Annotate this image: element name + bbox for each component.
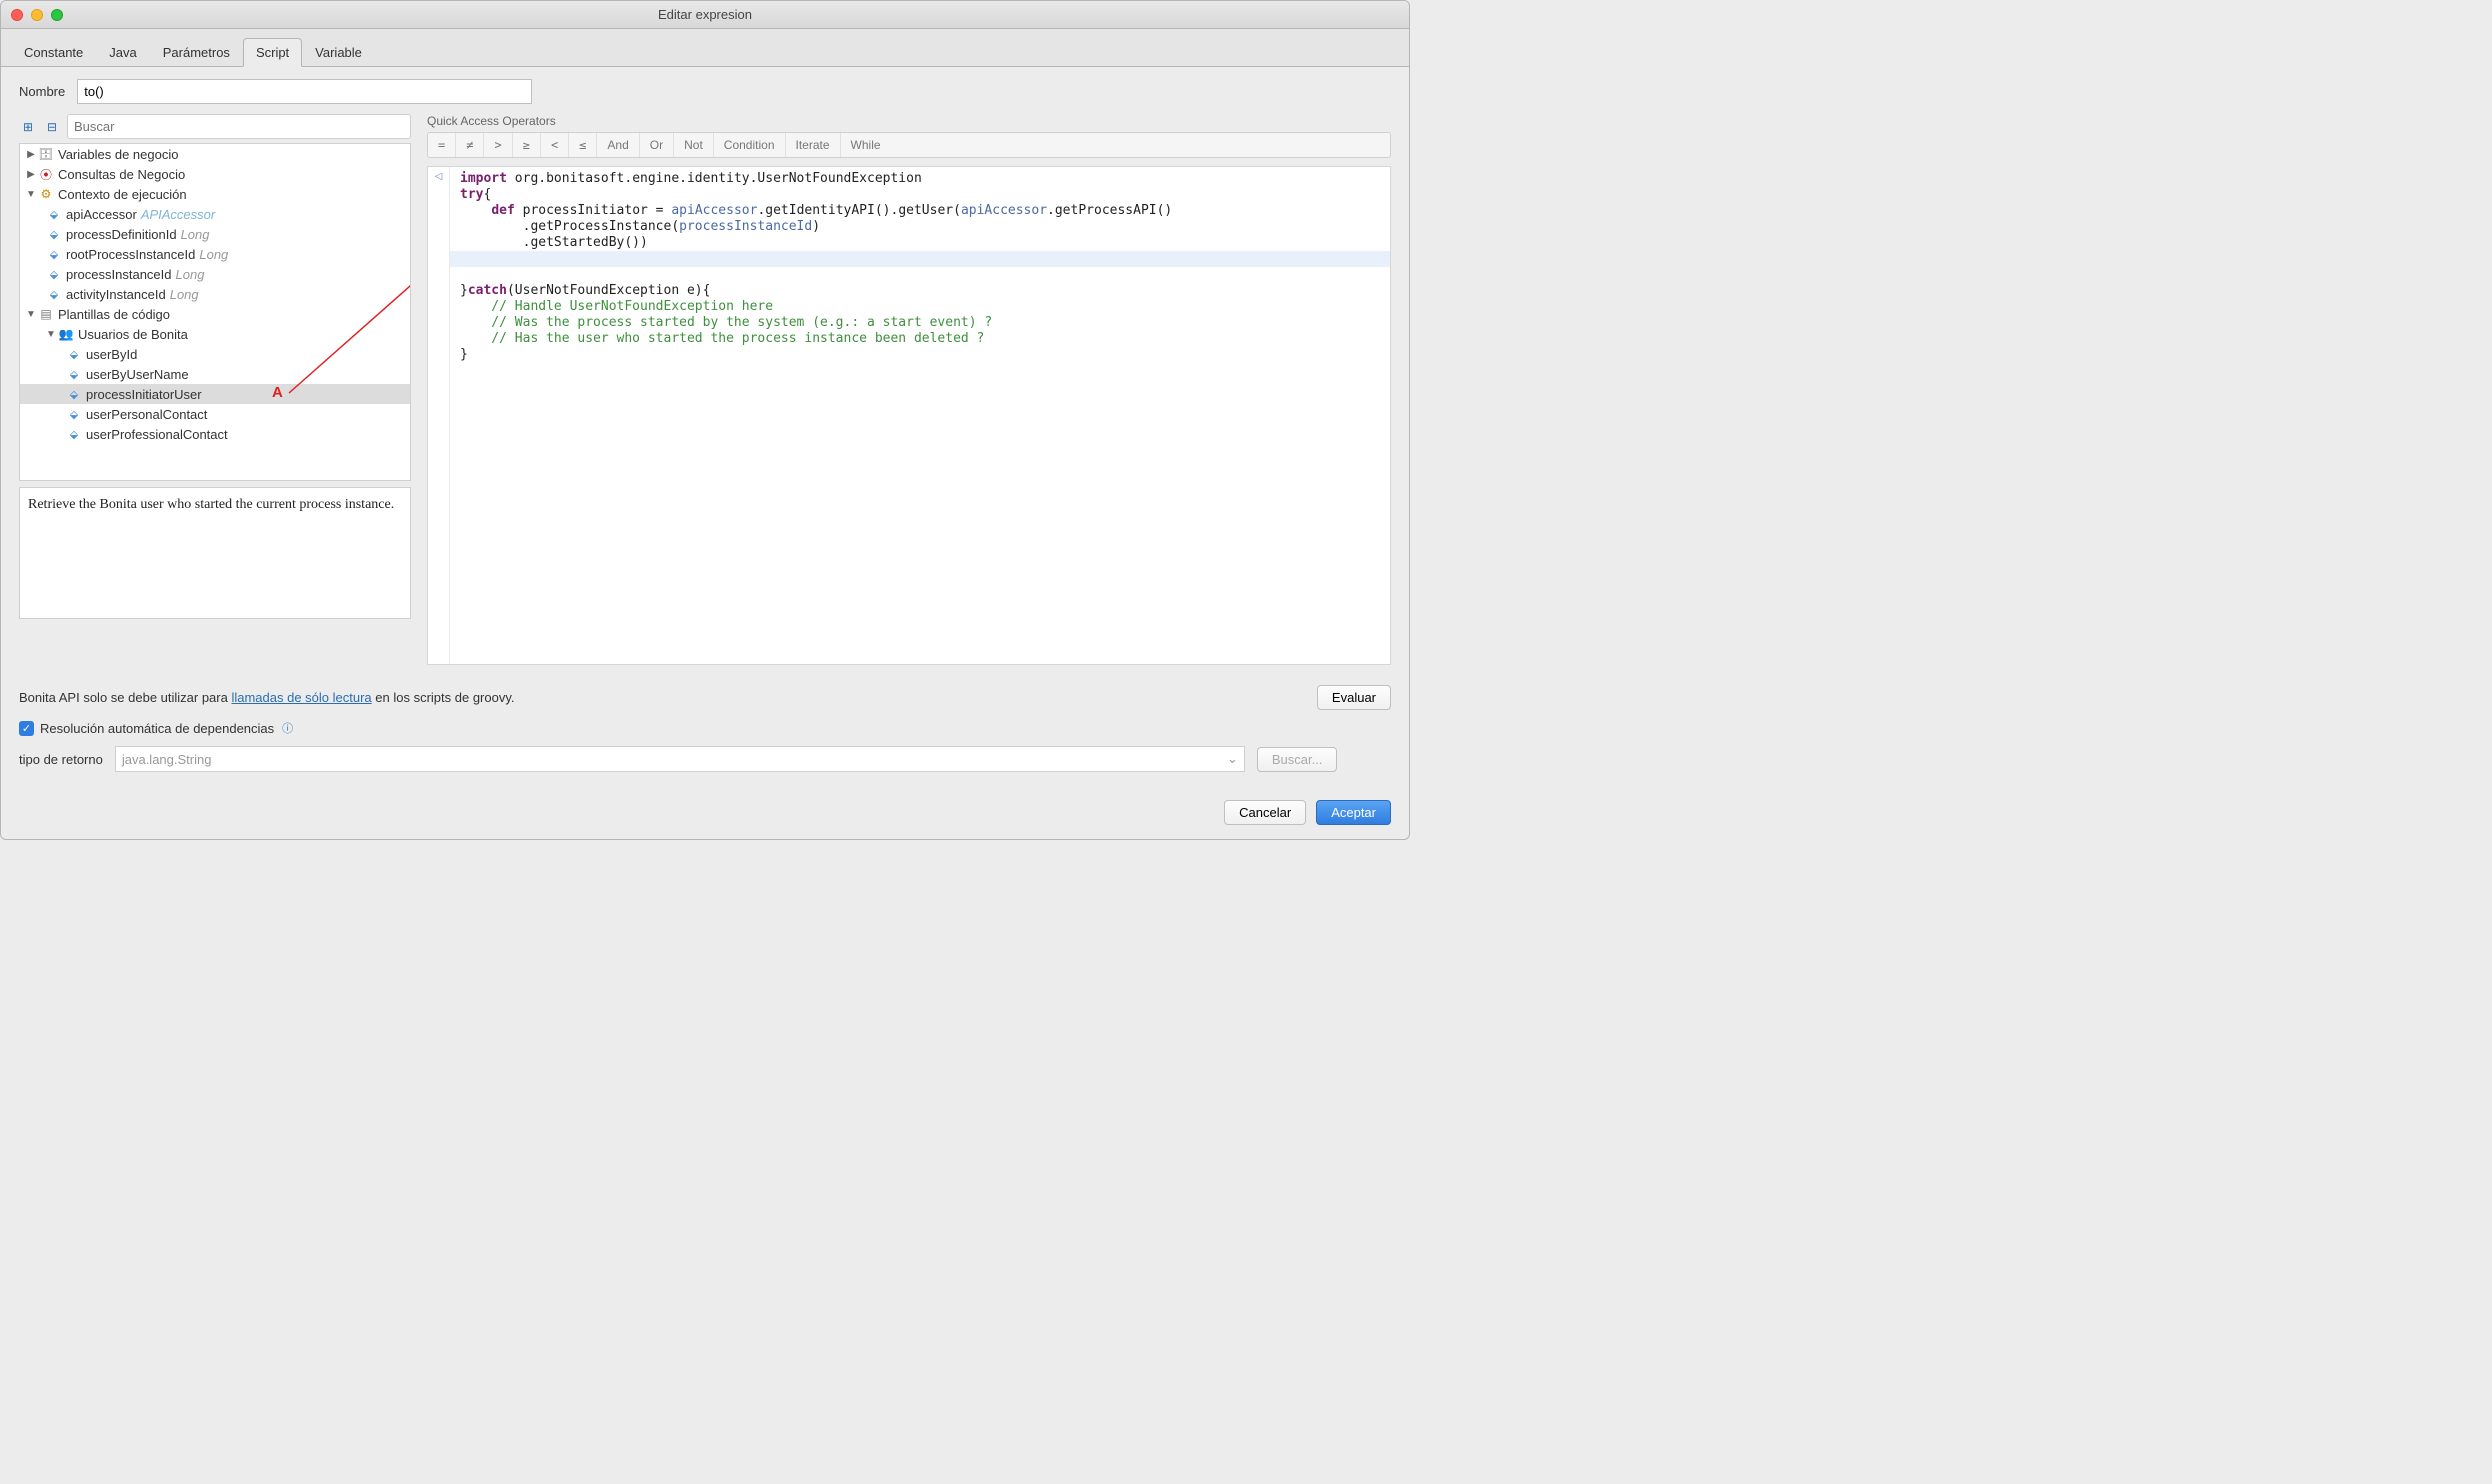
tree-leaf-processdefinitionid[interactable]: ⬙processDefinitionIdLong: [20, 224, 410, 244]
api-note-row: Bonita API solo se debe utilizar para ll…: [19, 685, 1391, 710]
return-type-value: java.lang.String: [122, 752, 212, 767]
tree-node-code-templates[interactable]: ▼▤Plantillas de código: [20, 304, 410, 324]
tree-node-bonita-users[interactable]: ▼👥Usuarios de Bonita: [20, 324, 410, 344]
quick-access-label: Quick Access Operators: [427, 114, 1391, 128]
tree-node-business-queries[interactable]: ▶⦿Consultas de Negocio: [20, 164, 410, 184]
quick-access-toolbar: = ≠ > ≥ < ≤ And Or Not Condition Iterate…: [427, 132, 1391, 158]
tab-constante[interactable]: Constante: [11, 38, 96, 67]
tree-toolbar: ⊞ ⊟: [19, 114, 411, 139]
op-eq[interactable]: =: [428, 133, 456, 157]
tree-search-input[interactable]: [67, 114, 411, 139]
chevron-down-icon: ⌄: [1227, 751, 1238, 767]
titlebar: Editar expresion: [1, 1, 1409, 29]
tree-leaf-userpersonalcontact[interactable]: ⬙userPersonalContact: [20, 404, 410, 424]
expression-editor-window: Editar expresion Constante Java Parámetr…: [0, 0, 1410, 840]
auto-dependency-label: Resolución automática de dependencias: [40, 721, 274, 736]
right-column: Quick Access Operators = ≠ > ≥ < ≤ And O…: [427, 114, 1391, 665]
tab-java[interactable]: Java: [96, 38, 149, 67]
op-not[interactable]: Not: [674, 133, 714, 157]
accept-button[interactable]: Aceptar: [1316, 800, 1391, 825]
description-box: Retrieve the Bonita user who started the…: [19, 487, 411, 619]
op-condition[interactable]: Condition: [714, 133, 786, 157]
op-neq[interactable]: ≠: [456, 133, 484, 157]
tree-leaf-userbyusername[interactable]: ⬙userByUserName: [20, 364, 410, 384]
code-editor[interactable]: ◁ import org.bonitasoft.engine.identity.…: [427, 166, 1391, 665]
api-note-text: Bonita API solo se debe utilizar para ll…: [19, 690, 515, 705]
op-or[interactable]: Or: [640, 133, 674, 157]
tab-script[interactable]: Script: [243, 38, 302, 67]
auto-dependency-row: ✓ Resolución automática de dependencias …: [19, 720, 1391, 736]
op-lte[interactable]: ≤: [569, 133, 597, 157]
name-input[interactable]: [77, 79, 532, 104]
editor-gutter: ◁: [428, 167, 450, 664]
return-type-label: tipo de retorno: [19, 752, 103, 767]
bottom-panel: Bonita API solo se debe utilizar para ll…: [1, 677, 1409, 839]
fold-marker-icon: ◁: [435, 171, 443, 182]
op-gt[interactable]: >: [484, 133, 512, 157]
tree-leaf-userbyid[interactable]: ⬙userById: [20, 344, 410, 364]
tree-leaf-apiaccessor[interactable]: ⬙apiAccessorAPIAccessor: [20, 204, 410, 224]
tree-leaf-processinstanceid[interactable]: ⬙processInstanceIdLong: [20, 264, 410, 284]
tree-node-execution-context[interactable]: ▼⚙Contexto de ejecución: [20, 184, 410, 204]
tree-leaf-rootprocessinstanceid[interactable]: ⬙rootProcessInstanceIdLong: [20, 244, 410, 264]
tree-leaf-userprofessionalcontact[interactable]: ⬙userProfessionalContact: [20, 424, 410, 444]
name-row: Nombre: [19, 79, 1391, 104]
op-and[interactable]: And: [597, 133, 639, 157]
window-title: Editar expresion: [1, 7, 1409, 22]
expand-all-icon[interactable]: ⊞: [19, 118, 37, 136]
tab-parametros[interactable]: Parámetros: [150, 38, 243, 67]
tree-node-business-variables[interactable]: ▶🗄Variables de negocio: [20, 144, 410, 164]
name-label: Nombre: [19, 84, 65, 99]
cursor-line: [450, 251, 1390, 267]
op-iterate[interactable]: Iterate: [786, 133, 841, 157]
annotation-label-a: A: [272, 384, 283, 401]
tree-leaf-activityinstanceid[interactable]: ⬙activityInstanceIdLong: [20, 284, 410, 304]
auto-dependency-checkbox[interactable]: ✓: [19, 721, 34, 736]
tab-variable[interactable]: Variable: [302, 38, 375, 67]
op-lt[interactable]: <: [541, 133, 569, 157]
collapse-all-icon[interactable]: ⊟: [43, 118, 61, 136]
return-type-row: tipo de retorno java.lang.String ⌄ Busca…: [19, 746, 1391, 772]
left-column: ⊞ ⊟ ▶🗄Variables de negocio ▶⦿Consultas d…: [19, 114, 411, 665]
readonly-calls-link[interactable]: llamadas de sólo lectura: [231, 690, 371, 705]
info-icon[interactable]: ⓘ: [282, 720, 293, 736]
main-split: ⊞ ⊟ ▶🗄Variables de negocio ▶⦿Consultas d…: [19, 114, 1391, 665]
cancel-button[interactable]: Cancelar: [1224, 800, 1306, 825]
dialog-actions: Cancelar Aceptar: [19, 800, 1391, 825]
variable-tree[interactable]: ▶🗄Variables de negocio ▶⦿Consultas de Ne…: [19, 143, 411, 481]
op-gte[interactable]: ≥: [513, 133, 541, 157]
evaluate-button[interactable]: Evaluar: [1317, 685, 1391, 710]
op-while[interactable]: While: [841, 133, 891, 157]
search-type-button[interactable]: Buscar...: [1257, 747, 1338, 772]
tree-leaf-processinitiatoruser[interactable]: ⬙processInitiatorUser: [20, 384, 410, 404]
return-type-select[interactable]: java.lang.String ⌄: [115, 746, 1245, 772]
expression-type-tabs: Constante Java Parámetros Script Variabl…: [1, 29, 1409, 67]
code-area[interactable]: import org.bonitasoft.engine.identity.Us…: [450, 167, 1390, 664]
content-area: Nombre ⊞ ⊟ ▶🗄Variables de negocio ▶⦿Cons…: [1, 67, 1409, 677]
